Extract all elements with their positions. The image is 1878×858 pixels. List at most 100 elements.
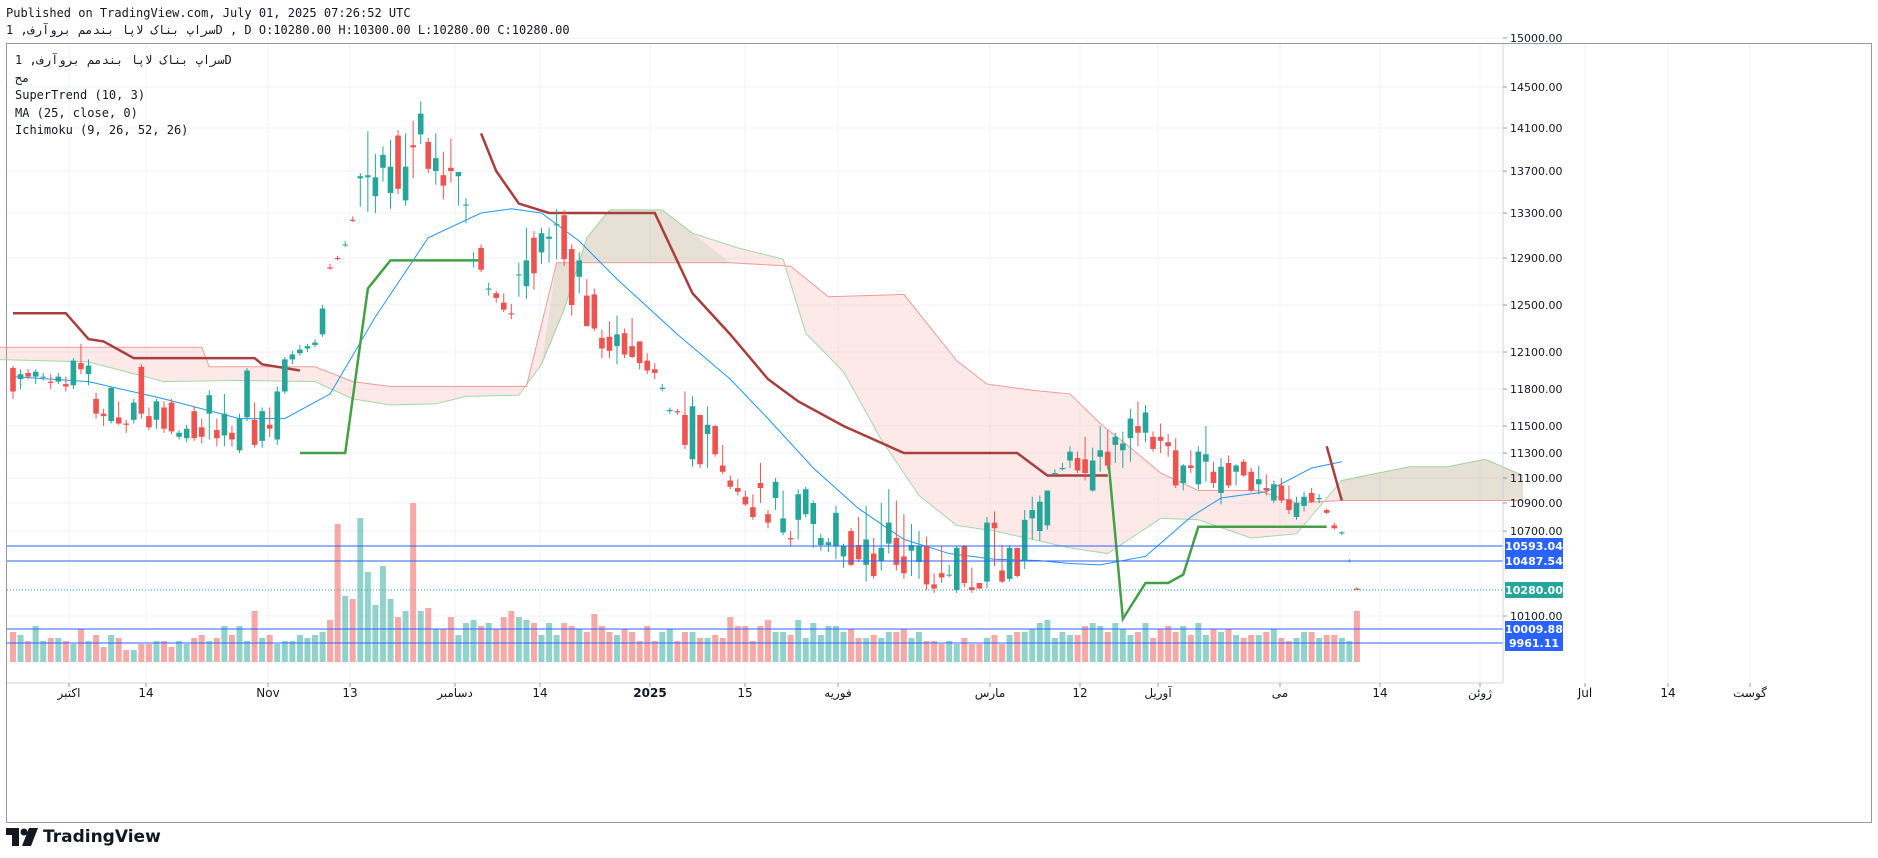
candlestick-chart[interactable]: 10100.0010700.0010900.0011100.0011300.00… bbox=[0, 0, 1878, 858]
candle-body bbox=[802, 489, 809, 515]
candle-body bbox=[500, 302, 507, 310]
y-tick-label: 11100.00 bbox=[1510, 472, 1563, 485]
candle-body bbox=[1021, 519, 1028, 561]
volume-bar bbox=[916, 632, 922, 662]
candle-body bbox=[674, 411, 681, 413]
candle-body bbox=[168, 402, 175, 432]
candle-body bbox=[644, 360, 650, 371]
y-tick-label: 14100.00 bbox=[1510, 122, 1563, 135]
volume-bar bbox=[319, 632, 326, 662]
candle-body bbox=[1240, 461, 1247, 476]
y-axis: 10100.0010700.0010900.0011100.0011300.00… bbox=[1502, 32, 1563, 683]
candle-body bbox=[365, 175, 371, 178]
volume-bar bbox=[1316, 638, 1323, 662]
candle-body bbox=[1172, 450, 1179, 486]
candle-body bbox=[410, 145, 416, 148]
candle-body bbox=[349, 219, 356, 221]
candle-body bbox=[523, 260, 530, 287]
candle-body bbox=[1233, 465, 1239, 472]
candle-body bbox=[47, 381, 54, 383]
candle-body bbox=[395, 135, 401, 189]
volume-bar bbox=[10, 632, 16, 662]
candle-body bbox=[138, 366, 145, 414]
volume-bar bbox=[583, 632, 590, 662]
volume-bar bbox=[817, 635, 824, 662]
candle-body bbox=[870, 553, 877, 577]
x-tick-label: دسامبر bbox=[436, 686, 473, 701]
volume-bar bbox=[85, 641, 92, 662]
candle-body bbox=[312, 342, 318, 345]
candle-body bbox=[282, 359, 288, 392]
volume-bar bbox=[440, 629, 447, 662]
candle-body bbox=[1331, 525, 1338, 529]
volume-bar bbox=[719, 638, 726, 662]
x-tick-label: می bbox=[1272, 686, 1288, 700]
candle-body bbox=[455, 172, 462, 177]
candle-body bbox=[206, 395, 213, 414]
y-tick-label: 15000.00 bbox=[1510, 32, 1563, 45]
candle-body bbox=[901, 556, 907, 574]
candle-body bbox=[848, 531, 854, 565]
volume-bar bbox=[281, 641, 288, 662]
candle-body bbox=[651, 369, 658, 373]
candle-body bbox=[372, 177, 379, 197]
volume-bar bbox=[1225, 629, 1232, 662]
candle-body bbox=[198, 427, 205, 437]
candle-body bbox=[1157, 436, 1164, 441]
candle-body bbox=[667, 409, 673, 412]
volume-bar bbox=[742, 626, 749, 662]
candle-body bbox=[40, 376, 46, 378]
x-tick-label: فوریه bbox=[824, 686, 852, 701]
volume-bar bbox=[1323, 635, 1330, 662]
candle-body bbox=[1248, 471, 1254, 491]
volume-bar bbox=[1270, 629, 1277, 662]
legend-ichimoku[interactable]: Ichimoku (9, 26, 52, 26) bbox=[15, 122, 232, 140]
candle-body bbox=[568, 249, 575, 305]
volume-bar bbox=[259, 638, 266, 662]
candle-body bbox=[961, 546, 968, 584]
senkou-span-b bbox=[0, 262, 1523, 504]
volume-bar bbox=[213, 638, 220, 662]
candle-body bbox=[704, 424, 711, 435]
volume-bar bbox=[621, 629, 628, 662]
candle-body bbox=[1203, 454, 1209, 462]
volume-bar bbox=[236, 626, 243, 662]
candle-body bbox=[440, 175, 447, 186]
candle-body bbox=[470, 260, 477, 262]
volume-bar bbox=[1157, 629, 1164, 662]
volume-bar bbox=[840, 632, 847, 662]
y-tick-label: 10700.00 bbox=[1510, 525, 1563, 538]
volume-bar bbox=[1097, 626, 1104, 662]
candle-body bbox=[32, 371, 39, 377]
volume-bar bbox=[289, 641, 296, 662]
x-tick-label: گوست bbox=[1733, 686, 1767, 701]
legend-supertrend[interactable]: SuperTrend (10, 3) bbox=[15, 87, 232, 105]
candle-body bbox=[115, 417, 122, 424]
volume-bar bbox=[251, 611, 258, 662]
candle-body bbox=[229, 432, 235, 440]
volume-bar bbox=[115, 638, 122, 662]
candle-body bbox=[1082, 459, 1088, 473]
candle-body bbox=[78, 363, 84, 370]
legend-ma[interactable]: MA (25, close, 0) bbox=[15, 105, 232, 123]
volume-bar bbox=[923, 641, 930, 662]
candle-body bbox=[1263, 488, 1270, 491]
volume-bar bbox=[417, 611, 424, 662]
candle-body bbox=[1037, 501, 1043, 531]
tradingview-logo-icon bbox=[6, 828, 38, 846]
candle-body bbox=[999, 570, 1005, 582]
volume-bar bbox=[1021, 632, 1028, 662]
candle-body bbox=[25, 372, 31, 377]
volume-bar bbox=[968, 644, 975, 662]
volume-bar bbox=[1059, 632, 1066, 662]
volume-bar bbox=[70, 644, 77, 662]
volume-bar bbox=[863, 638, 870, 662]
candle-body bbox=[991, 522, 998, 529]
volume-bar bbox=[1233, 635, 1240, 662]
volume-bar bbox=[757, 626, 764, 662]
x-tick-label: 15 bbox=[737, 686, 752, 700]
volume-bar bbox=[659, 632, 666, 662]
volume-bar bbox=[961, 638, 968, 662]
candle-body bbox=[146, 416, 152, 428]
candle-body bbox=[742, 496, 749, 505]
